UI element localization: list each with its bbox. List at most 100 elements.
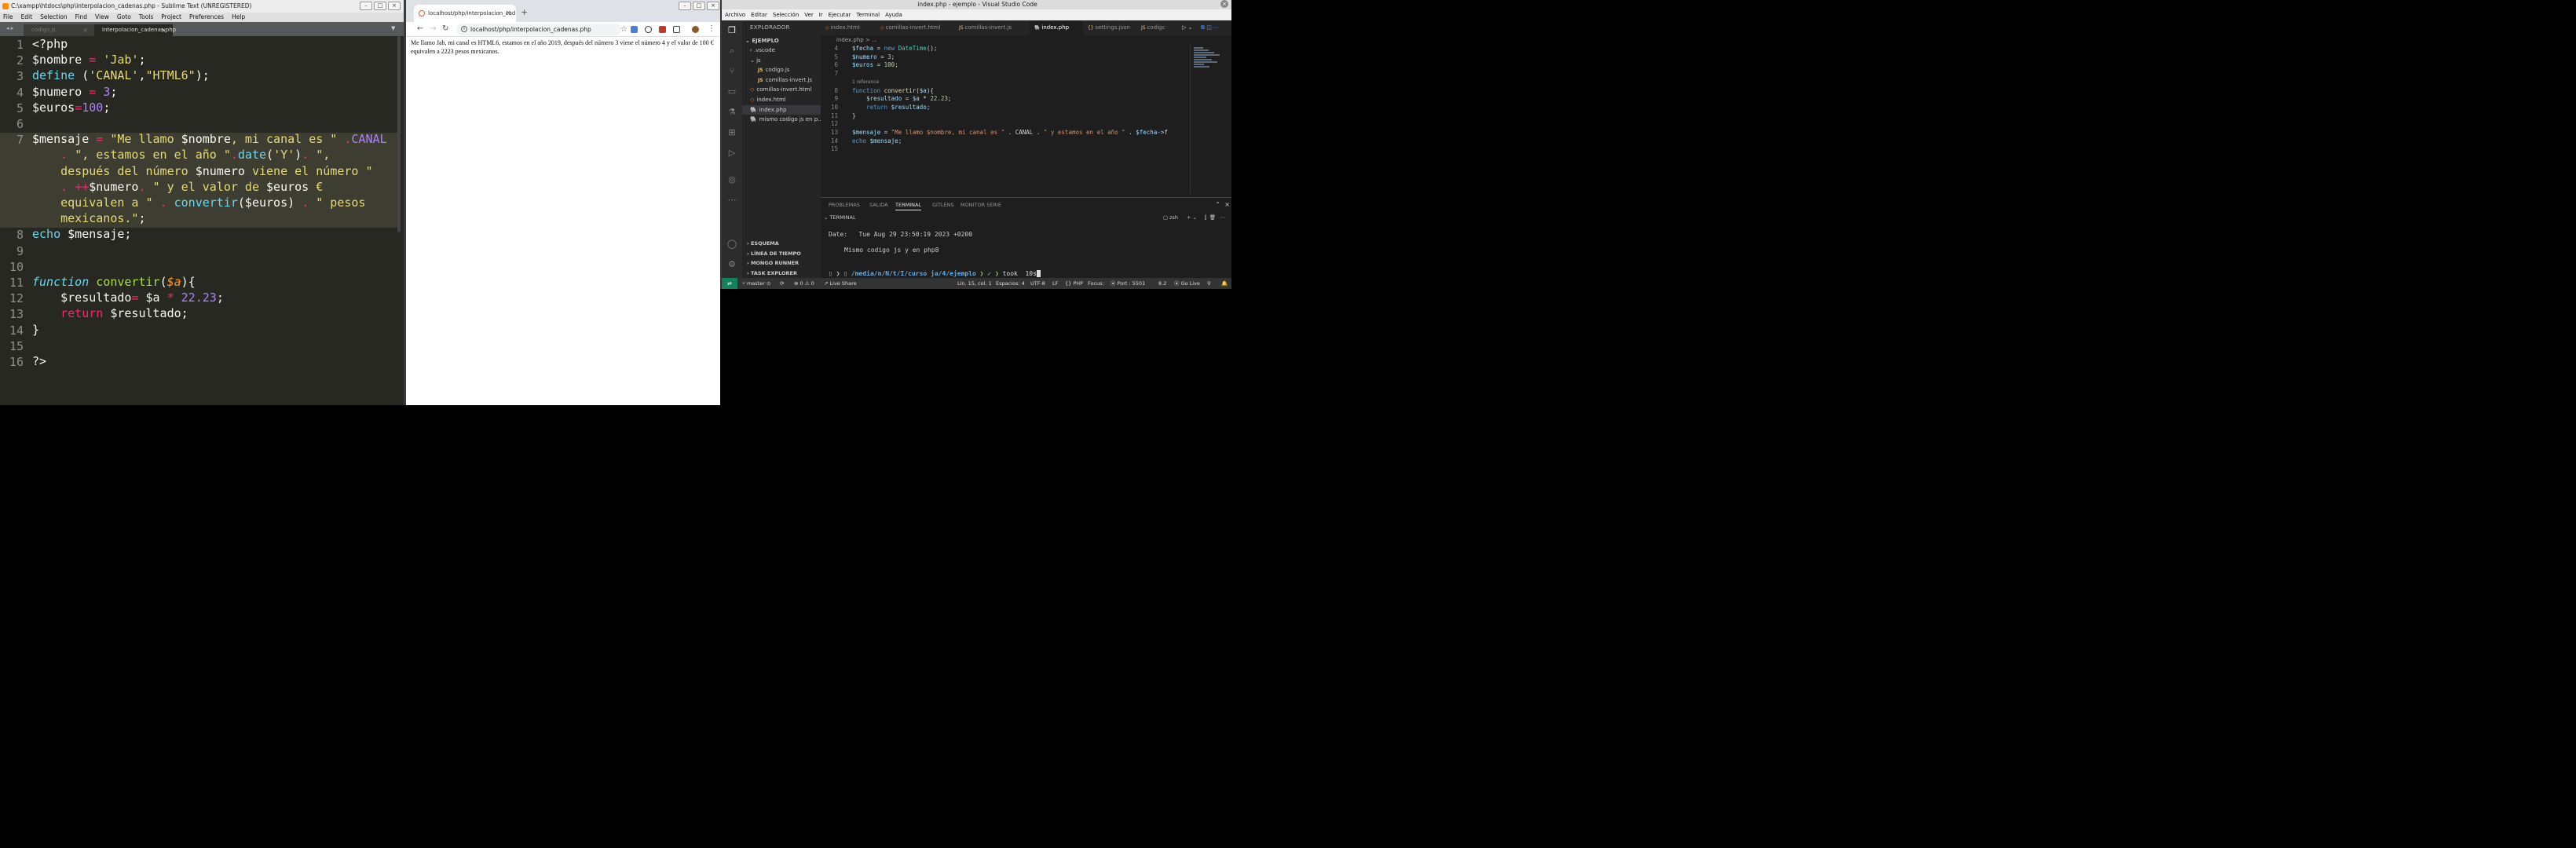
panel-tab[interactable]: GITLENS	[932, 202, 954, 208]
new-tab-icon[interactable]: +	[521, 7, 528, 17]
remote-icon[interactable]: ⇄	[722, 278, 737, 289]
more-icon[interactable]: ⋯	[726, 195, 737, 206]
explorer-item[interactable]: 🐘 index.php	[742, 104, 821, 115]
outline-section[interactable]: › LÍNEA DE TIEMPO	[747, 250, 801, 257]
terminal-prompt[interactable]: ▯ ❯ ▯ /media/n/N/t/I/curso ja/4/ejemplo …	[829, 270, 1041, 277]
tab-dropdown-icon[interactable]: ▼	[391, 25, 395, 31]
extension-icon[interactable]	[631, 26, 638, 33]
problems-status[interactable]: ⊗ 0 ⚠ 0	[794, 278, 814, 289]
forward-icon[interactable]: →	[430, 24, 436, 33]
close-icon[interactable]: ×	[1220, 0, 1228, 8]
address-bar[interactable]: i localhost/php/interpolacion_cadenas.ph…	[456, 24, 628, 35]
language-status[interactable]: {} PHP	[1065, 278, 1083, 289]
extension-icon[interactable]	[659, 26, 666, 33]
eol-status[interactable]: LF	[1052, 278, 1058, 289]
new-terminal-icon[interactable]: + ⌄	[1187, 214, 1197, 222]
source-control-icon[interactable]: ⑂	[726, 66, 737, 77]
run-debug-icon[interactable]: ▷	[726, 148, 737, 159]
minimize-icon[interactable]: –	[360, 2, 372, 10]
panel-tab[interactable]: SALIDA	[869, 202, 888, 208]
menu-seleccion[interactable]: Selección	[773, 9, 799, 20]
menu-view[interactable]: View	[95, 13, 109, 22]
minimap[interactable]	[1190, 45, 1226, 194]
explorer-item[interactable]: ◇ index.html	[742, 95, 821, 104]
feedback-icon[interactable]: ⚲	[1207, 278, 1211, 289]
panel-tab[interactable]: MONITOR SERIE	[961, 202, 1001, 208]
sublime-scrollbar[interactable]	[397, 36, 401, 232]
tab-interpolacion-cadenas[interactable]: interpolacion_cadenas.php ×	[94, 24, 176, 36]
minimize-icon[interactable]: –	[679, 2, 691, 10]
menu-ejecutar[interactable]: Ejecutar	[829, 9, 851, 20]
extensions-icon[interactable]: ⊞	[726, 127, 737, 138]
extension-icon[interactable]	[645, 26, 652, 33]
codelens-references[interactable]: 1 reference	[852, 79, 879, 85]
explorer-item[interactable]: JS codigo.js	[742, 65, 821, 75]
trash-icon[interactable]: 🗑	[1209, 214, 1216, 222]
account-icon[interactable]: ◯	[726, 239, 737, 250]
menu-ayuda[interactable]: Ayuda	[885, 9, 902, 20]
extension-icon[interactable]	[673, 26, 680, 33]
panel-tab[interactable]: TERMINAL	[895, 202, 922, 210]
menu-help[interactable]: Help	[232, 13, 245, 22]
sync-icon[interactable]: ⟳	[780, 278, 784, 289]
menu-ver[interactable]: Ver	[804, 9, 813, 20]
panel-tab[interactable]: PROBLEMAS	[829, 202, 860, 208]
menu-selection[interactable]: Selection	[40, 13, 68, 22]
vscode-code-editor[interactable]: 4 $fecha = new DateTime(); 5 $numero = 3; 6 $…	[821, 45, 1231, 196]
live-share-status[interactable]: ↗ Live Share	[824, 278, 857, 289]
menu-edit[interactable]: Edit	[21, 13, 33, 22]
avatar[interactable]	[692, 26, 699, 33]
notifications-icon[interactable]: 🔔	[1221, 278, 1228, 289]
go-live-button[interactable]: ⦿ Go Live	[1174, 278, 1200, 289]
maximize-icon[interactable]: □	[374, 2, 386, 10]
tab-nav-arrows-icon[interactable]: ◂ ▸	[6, 25, 13, 31]
tab-close-icon[interactable]: ×	[161, 24, 166, 36]
explorer-item[interactable]: 🐘 mismo codigo js en p...	[742, 115, 821, 124]
editor-tab[interactable]: ◇ comillas-invert.html	[876, 20, 954, 35]
more-icon[interactable]: ⋯	[1220, 214, 1226, 222]
port-status[interactable]: ⦿ Port : 5501	[1111, 278, 1145, 289]
workspace-folder[interactable]: ⌄ EJEMPLO	[742, 36, 821, 46]
menu-tools[interactable]: Tools	[139, 13, 153, 22]
menu-terminal[interactable]: Terminal	[857, 9, 880, 20]
menu-preferences[interactable]: Preferences	[189, 13, 224, 22]
close-tab-icon[interactable]: ×	[505, 5, 511, 22]
editor-tab[interactable]: JS comillas-invert.js	[954, 20, 1030, 35]
kebab-menu-icon[interactable]: ⋮	[708, 24, 715, 33]
testing-icon[interactable]: ⚗	[726, 107, 737, 118]
info-icon[interactable]: i	[461, 26, 467, 32]
encoding-status[interactable]: UTF-8	[1030, 278, 1045, 289]
outline-section[interactable]: › ESQUEMA	[747, 240, 779, 247]
sublime-code-editor[interactable]: 1 <?php 2 $nombre = 'Jab'; 3 define ('CANAL',…	[0, 36, 397, 405]
breadcrumb[interactable]: index.php > ...	[821, 35, 1231, 45]
maximize-icon[interactable]: □	[693, 2, 705, 10]
split-terminal-icon[interactable]: ⫿	[1205, 214, 1206, 222]
maximize-panel-icon[interactable]: ⌃	[1215, 201, 1220, 208]
run-icon[interactable]: ▷ ⌄	[1177, 20, 1192, 35]
back-icon[interactable]: ←	[417, 24, 423, 33]
menu-editar[interactable]: Editar	[751, 9, 767, 20]
menu-ir[interactable]: Ir	[819, 9, 823, 20]
indent-status[interactable]: Espacios: 4	[996, 278, 1025, 289]
menu-goto[interactable]: Goto	[117, 13, 131, 22]
reload-icon[interactable]: ↻	[442, 24, 448, 33]
focus-status[interactable]: Focus:	[1088, 278, 1104, 289]
outline-section[interactable]: › TASK EXPLORER	[747, 270, 797, 276]
browser-tab[interactable]: localhost/php/interpolacion_cad ×	[414, 5, 516, 22]
close-icon[interactable]: ×	[388, 2, 401, 10]
close-panel-icon[interactable]: ×	[1224, 201, 1230, 208]
split-editor-icon[interactable]: ⧉ ◫ ⋯	[1196, 20, 1219, 35]
outline-section[interactable]: › MONGO RUNNER	[747, 260, 799, 266]
remote-explorer-icon[interactable]: ▭	[726, 86, 737, 97]
explorer-item[interactable]: JS comillas-invert.js	[742, 75, 821, 85]
gitlens-icon[interactable]: ◎	[726, 174, 737, 185]
gear-icon[interactable]: ⚙	[726, 259, 737, 270]
menu-find[interactable]: Find	[75, 13, 87, 22]
tab-codigo-js[interactable]: codigo.js ×	[24, 24, 94, 36]
branch-status[interactable]: ⑂ master ⊙	[742, 278, 770, 289]
explorer-item[interactable]: ◇ comillas-invert.html	[742, 85, 821, 94]
editor-tab[interactable]: {} settings.json	[1083, 20, 1136, 35]
editor-tab[interactable]: JS codigc	[1136, 20, 1176, 35]
cursor-position[interactable]: Lín. 15, col. 1	[957, 278, 992, 289]
explorer-item[interactable]: ⌄ js	[742, 56, 821, 65]
